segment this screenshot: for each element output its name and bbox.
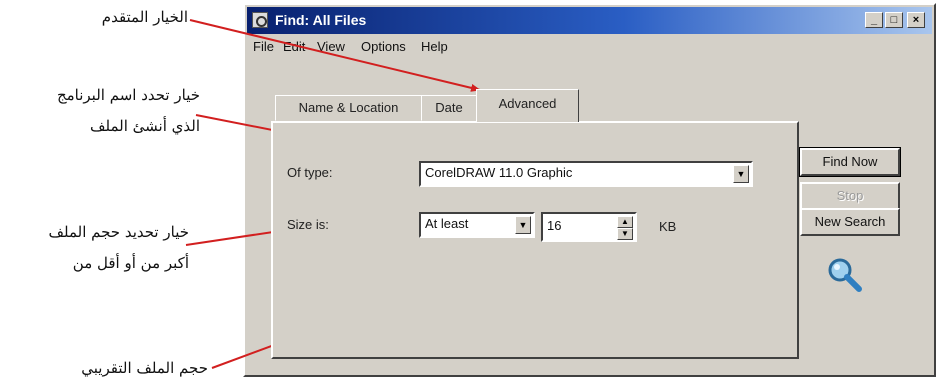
find-app-icon [252, 12, 268, 28]
window-title: Find: All Files [275, 12, 367, 28]
size-mode-value: At least [425, 216, 469, 231]
menu-edit[interactable]: Edit [283, 39, 305, 54]
tab-name-location[interactable]: Name & Location [275, 95, 422, 121]
find-now-button[interactable]: Find Now [799, 147, 901, 177]
close-button[interactable]: × [907, 12, 925, 28]
title-bar[interactable]: Find: All Files _ □ × [247, 7, 932, 34]
chevron-down-icon[interactable]: ▼ [515, 216, 531, 234]
spin-up-icon[interactable]: ▲ [617, 216, 633, 228]
annotation-size-option-line1: خيار تحديد حجم الملف [48, 223, 189, 241]
find-window: Find: All Files _ □ × File Edit View Opt… [243, 3, 936, 377]
size-label: Size is: [287, 217, 329, 232]
menu-options[interactable]: Options [361, 39, 406, 54]
menu-view[interactable]: View [317, 39, 345, 54]
annotation-size-option-line2: أكبر من أو أقل من [72, 254, 189, 272]
annotation-program-option-line1: خيار تحدد اسم البرنامج [56, 86, 200, 104]
annotation-approx-size: حجم الملف التقريبي [81, 359, 208, 377]
tab-advanced[interactable]: Advanced [476, 89, 579, 122]
of-type-value: CorelDRAW 11.0 Graphic [425, 165, 573, 180]
maximize-button[interactable]: □ [885, 12, 903, 28]
size-value-input[interactable]: 16 ▲ ▼ [541, 212, 637, 242]
spin-down-icon[interactable]: ▼ [617, 228, 633, 240]
size-mode-select[interactable]: At least ▼ [419, 212, 535, 238]
chevron-down-icon[interactable]: ▼ [733, 165, 749, 183]
minimize-button[interactable]: _ [865, 12, 883, 28]
size-unit: KB [659, 219, 677, 234]
new-search-button[interactable]: New Search [800, 208, 900, 236]
of-type-label: Of type: [287, 165, 333, 180]
advanced-panel: Of type: CorelDRAW 11.0 Graphic ▼ Size i… [271, 121, 799, 359]
menu-help[interactable]: Help [421, 39, 448, 54]
stop-button[interactable]: Stop [800, 182, 900, 210]
tab-date[interactable]: Date [421, 95, 477, 121]
size-value: 16 [547, 218, 562, 233]
magnifier-icon [828, 258, 862, 292]
annotation-program-option-line2: الذي أنشئ الملف [89, 117, 200, 135]
annotation-advanced-option: الخيار المتقدم [101, 8, 188, 26]
menu-file[interactable]: File [253, 39, 274, 54]
of-type-select[interactable]: CorelDRAW 11.0 Graphic ▼ [419, 161, 753, 187]
